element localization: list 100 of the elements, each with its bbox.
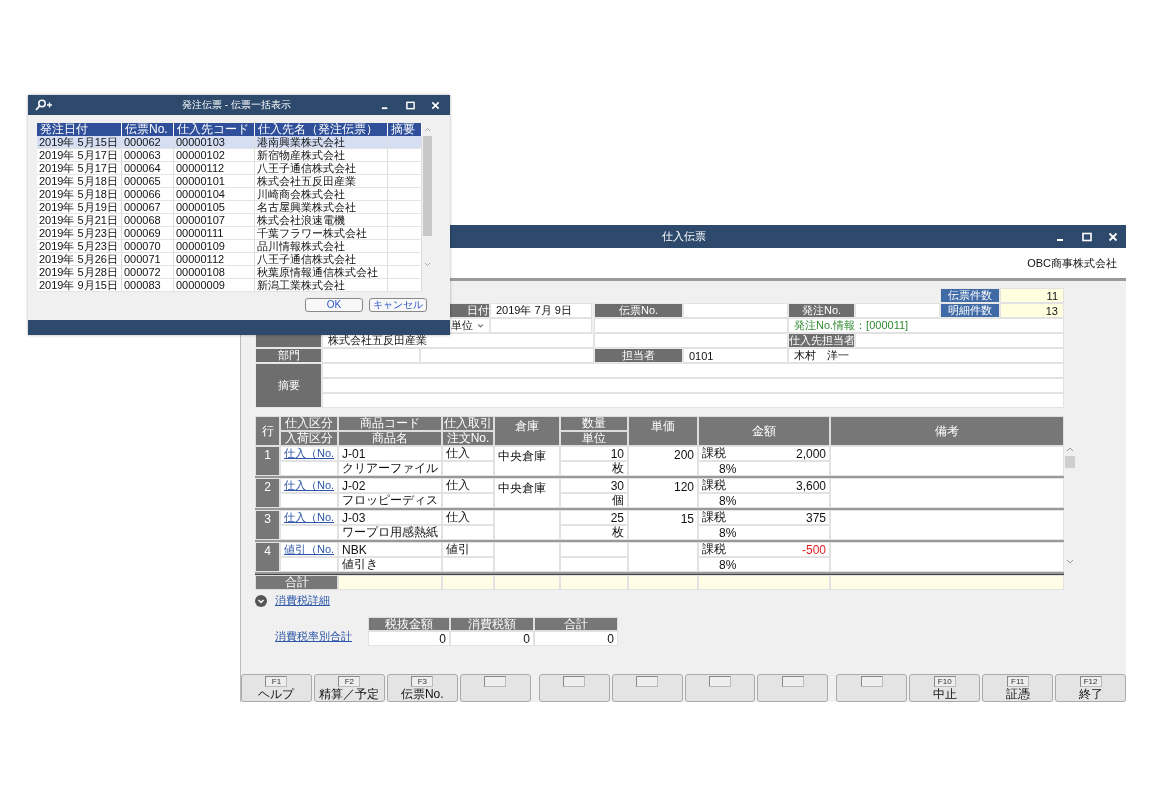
blank-function-key[interactable]: [459, 674, 531, 702]
field-label: 担当者: [594, 348, 683, 363]
table-cell: NBK: [338, 542, 442, 557]
table-cell: J-02: [338, 478, 442, 493]
column-header: 摘要: [387, 123, 422, 136]
table-cell: 新宿物産株式会社: [254, 148, 388, 162]
table-row[interactable]: 2019年 5月21日 000068 00000107 株式会社浪速電機: [37, 213, 422, 227]
field-label: 摘要: [255, 363, 322, 408]
table-row[interactable]: 2019年 5月17日 000063 00000102 新宿物産株式会社: [37, 148, 422, 162]
table-cell: 00000109: [173, 239, 255, 253]
date-field[interactable]: 2019年 7月 9日: [490, 303, 592, 318]
blank-function-key[interactable]: [836, 674, 908, 702]
close-icon[interactable]: [1108, 231, 1118, 242]
blank-function-key[interactable]: [538, 674, 610, 702]
table-cell: 00000108: [173, 265, 255, 279]
table-row[interactable]: 2019年 5月23日 000070 00000109 品川情報株式会社: [37, 239, 422, 253]
table-cell: 2019年 5月23日: [37, 239, 122, 253]
table-cell: 新潟工業株式会社: [254, 278, 388, 292]
table-cell: [494, 542, 560, 572]
purchase-type-link[interactable]: 仕入（No.: [284, 510, 335, 525]
blank-function-key[interactable]: [611, 674, 683, 702]
tax-rate-text: 8%: [698, 461, 830, 476]
amount-text: 375: [805, 510, 826, 525]
total-cell: [494, 575, 560, 590]
table-cell: 0: [534, 631, 618, 646]
table-cell: 2019年 5月23日: [37, 226, 122, 240]
amount-text: 3,600: [795, 478, 826, 493]
input-field[interactable]: [855, 333, 1064, 348]
table-cell: 2019年 5月21日: [37, 213, 122, 227]
table-row[interactable]: 2019年 5月15日 000062 00000103 港南興業株式会社: [37, 136, 422, 149]
cancel-button[interactable]: キャンセル: [369, 298, 427, 312]
table-cell: 仕入: [442, 446, 494, 461]
input-field[interactable]: [594, 333, 788, 348]
ok-button[interactable]: OK: [305, 298, 363, 312]
table-cell: [442, 557, 494, 572]
row-number: 1: [255, 446, 280, 476]
tax-detail-link[interactable]: 消費税詳細: [275, 593, 330, 608]
column-header: 入荷区分: [280, 431, 338, 446]
table-cell: 000065: [121, 174, 174, 188]
order-info-text: 発注No.情報：[000011]: [788, 318, 1064, 333]
row-number: 2: [255, 478, 280, 508]
table-row[interactable]: 2019年 9月15日 000083 00000009 新潟工業株式会社: [37, 278, 422, 292]
memo-field[interactable]: [322, 363, 1064, 378]
field-label: 部門: [255, 348, 322, 363]
table-cell: 00000101: [173, 174, 255, 188]
function-key-button[interactable]: F2 精算／予定: [313, 674, 385, 702]
window-title: 仕入伝票: [661, 229, 706, 244]
table-row[interactable]: 2019年 5月18日 000066 00000104 川崎商会株式会社: [37, 187, 422, 201]
department-field[interactable]: [322, 348, 420, 363]
order-number-field[interactable]: [855, 303, 940, 318]
table-cell: 200: [628, 446, 698, 476]
blank-function-key[interactable]: [757, 674, 829, 702]
chevron-down-icon[interactable]: [255, 594, 267, 607]
purchase-type-link[interactable]: 仕入（No.: [284, 446, 335, 461]
table-row[interactable]: 2019年 5月17日 000064 00000112 八王子通信株式会社: [37, 161, 422, 175]
input-field[interactable]: [594, 318, 788, 333]
search-plus-icon[interactable]: [34, 99, 52, 111]
table-cell: 川崎商会株式会社: [254, 187, 388, 201]
blank-function-key[interactable]: [684, 674, 756, 702]
total-cell: [628, 575, 698, 590]
table-cell: ワープロ用感熱紙: [338, 525, 442, 540]
function-key-button[interactable]: F3 伝票No.: [386, 674, 458, 702]
close-icon[interactable]: [431, 100, 440, 110]
column-header: 金額: [698, 416, 830, 446]
caret-icon: [477, 322, 484, 329]
column-header: 消費税額: [450, 617, 534, 631]
function-key-button[interactable]: F12 終了: [1055, 674, 1127, 702]
table-row[interactable]: 2019年 5月28日 000072 00000108 秋葉原情報通信株式会社: [37, 265, 422, 279]
counter-value: 13: [1000, 303, 1064, 318]
function-key-button[interactable]: F11 証憑: [982, 674, 1054, 702]
memo-field[interactable]: [322, 393, 1064, 408]
staff-code-field[interactable]: 0101: [683, 348, 788, 363]
function-key-button[interactable]: F10 中止: [909, 674, 981, 702]
table-row[interactable]: 2019年 5月18日 000065 00000101 株式会社五反田産業: [37, 174, 422, 188]
purchase-type-link[interactable]: 仕入（No.: [284, 478, 335, 493]
tax-type-text: 課税: [702, 477, 726, 494]
slip-number-field[interactable]: [683, 303, 788, 318]
tax-rate-text: 8%: [698, 493, 830, 508]
maximize-icon[interactable]: [406, 100, 415, 110]
table-cell: 2019年 5月26日: [37, 252, 122, 266]
table-cell: [560, 557, 628, 572]
input-field[interactable]: [490, 318, 592, 333]
table-row[interactable]: 2019年 5月26日 000071 00000112 八王子通信株式会社: [37, 252, 422, 266]
purchase-type-link[interactable]: 値引（No.: [284, 542, 335, 557]
function-key-button[interactable]: F1 ヘルプ: [241, 674, 312, 702]
staff-name-field: 木村 洋一: [788, 348, 1064, 363]
table-cell: [494, 510, 560, 540]
table-cell: 00000105: [173, 200, 255, 214]
table-cell: 30: [560, 478, 628, 493]
window-title: 発注伝票 - 伝票一括表示: [181, 98, 292, 112]
memo-field[interactable]: [322, 378, 1064, 393]
input-field[interactable]: [420, 348, 594, 363]
table-cell: 00000103: [173, 136, 255, 149]
tax-rate-total-link[interactable]: 消費税率別合計: [275, 629, 352, 646]
table-cell: [442, 493, 494, 508]
table-row[interactable]: 2019年 5月23日 000069 00000111 千葉フラワー株式会社: [37, 226, 422, 240]
table-cell: 仕入: [442, 510, 494, 525]
maximize-icon[interactable]: [1082, 231, 1092, 242]
table-row[interactable]: 2019年 5月19日 000067 00000105 名古屋興業株式会社: [37, 200, 422, 214]
supplier-field[interactable]: 株式会社五反田産業: [322, 333, 594, 348]
